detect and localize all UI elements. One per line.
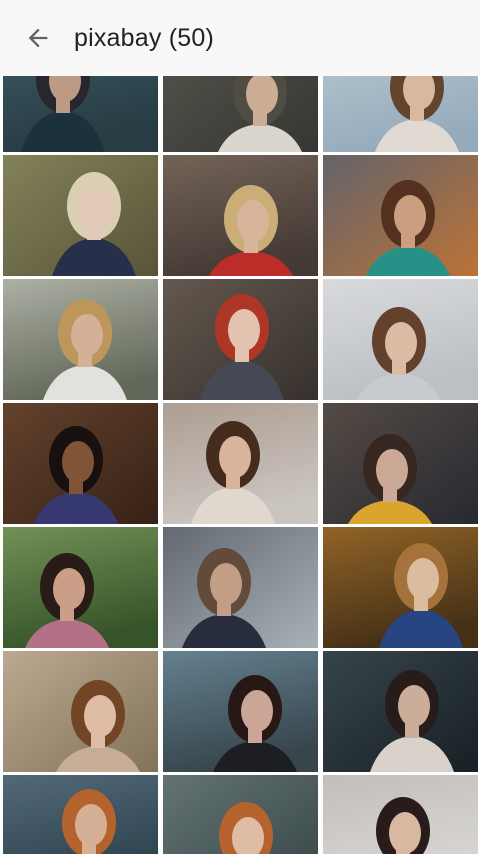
- photo-image: [3, 279, 158, 400]
- arrow-back-icon: [28, 28, 48, 48]
- photo-thumbnail[interactable]: [163, 155, 318, 276]
- photo-image: [3, 76, 158, 152]
- photo-thumbnail[interactable]: [163, 76, 318, 152]
- photo-image: [3, 775, 158, 854]
- photo-image: [163, 403, 318, 524]
- photo-thumbnail[interactable]: [3, 651, 158, 772]
- photo-thumbnail[interactable]: [323, 403, 478, 524]
- photo-image: [163, 279, 318, 400]
- photo-thumbnail[interactable]: [3, 279, 158, 400]
- photo-image: [323, 403, 478, 524]
- photo-image: [3, 651, 158, 772]
- photo-thumbnail[interactable]: [3, 155, 158, 276]
- photo-image: [323, 651, 478, 772]
- photo-thumbnail[interactable]: [163, 527, 318, 648]
- photo-image: [323, 155, 478, 276]
- photo-thumbnail[interactable]: [163, 279, 318, 400]
- photo-image: [163, 155, 318, 276]
- photo-image: [163, 76, 318, 152]
- photo-image: [323, 775, 478, 854]
- photo-image: [323, 76, 478, 152]
- photo-thumbnail[interactable]: [323, 76, 478, 152]
- gallery-screen: pixabay (50): [0, 0, 480, 854]
- photo-thumbnail[interactable]: [163, 775, 318, 854]
- back-button[interactable]: [0, 0, 76, 76]
- photo-thumbnail[interactable]: [3, 76, 158, 152]
- photo-thumbnail[interactable]: [3, 775, 158, 854]
- photo-image: [163, 775, 318, 854]
- photo-image: [163, 651, 318, 772]
- photo-thumbnail[interactable]: [323, 775, 478, 854]
- photo-image: [323, 279, 478, 400]
- photo-thumbnail[interactable]: [323, 651, 478, 772]
- photo-thumbnail[interactable]: [3, 403, 158, 524]
- photo-thumbnail[interactable]: [323, 279, 478, 400]
- photo-thumbnail[interactable]: [323, 527, 478, 648]
- photo-image: [323, 527, 478, 648]
- photo-image: [3, 155, 158, 276]
- photo-grid[interactable]: [0, 76, 480, 854]
- photo-thumbnail[interactable]: [163, 403, 318, 524]
- app-bar: pixabay (50): [0, 0, 480, 76]
- photo-image: [3, 527, 158, 648]
- photo-thumbnail[interactable]: [163, 651, 318, 772]
- photo-thumbnail[interactable]: [3, 527, 158, 648]
- photo-thumbnail[interactable]: [323, 155, 478, 276]
- photo-image: [3, 403, 158, 524]
- page-title: pixabay (50): [74, 23, 214, 52]
- photo-image: [163, 527, 318, 648]
